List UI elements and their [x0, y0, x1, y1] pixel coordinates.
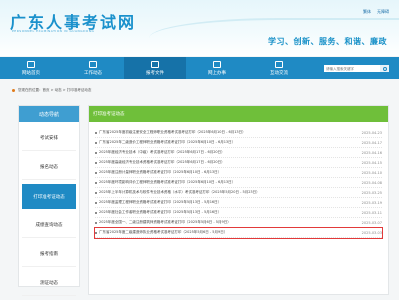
- list-item-title[interactable]: 2025年度注册计量师职业资格考试准考证打印（2025年6月10日 - 6月13…: [95, 170, 221, 175]
- sidebar-item-admission-ticket[interactable]: 打印准考证动态: [22, 184, 76, 209]
- bullet-icon: [95, 191, 97, 194]
- nav-item-label: 互动交流: [270, 70, 288, 76]
- list-item-date: 2025-03-03: [361, 230, 382, 235]
- list-item-text[interactable]: 2025年度社会工作者职业资格考试准考证打印（2025年5月13日 - 5月16…: [99, 210, 221, 215]
- list-item[interactable]: 2025年度监理工程师职业资格考试准考证打印（2025年5月13日 - 5月16…: [95, 198, 382, 208]
- list-item-text[interactable]: 2025年度注册计量师职业资格考试准考证打印（2025年6月10日 - 6月13…: [99, 170, 221, 175]
- list-item-title[interactable]: 广东省2025年二级造价工程师职业资格考试准考证打印（2025年6月10日 - …: [95, 140, 235, 145]
- list-item-text[interactable]: 2025年度全国一、二级注册建筑师资格考试准考证打印（2025年5月6日 - 5…: [99, 220, 231, 225]
- bullet-icon: [95, 131, 97, 134]
- site-search: [324, 65, 389, 72]
- sidebar-title: 动态导航: [19, 106, 79, 122]
- news-icon: [89, 60, 97, 68]
- bullet-icon: [95, 221, 97, 224]
- bullet-icon: [95, 141, 97, 144]
- list-item-title[interactable]: 2025年度高级经济专业技术资格考试准考证打印（2025年6月17日 - 6月2…: [95, 160, 225, 165]
- bullet-icon: [95, 231, 97, 234]
- list-item-title[interactable]: 2025年度监理工程师职业资格考试准考证打印（2025年5月13日 - 5月16…: [95, 200, 221, 205]
- list-item-text[interactable]: 2025年度高级经济专业技术资格考试准考证打印（2025年6月17日 - 6月2…: [99, 160, 225, 165]
- site-header: 广东人事考试网 PERSONNEL EXAMINATION IN GUANGDO…: [0, 0, 399, 56]
- list-item[interactable]: 2025年度全国一、二级注册建筑师资格考试准考证打印（2025年5月6日 - 5…: [95, 218, 382, 228]
- list-item-title[interactable]: 2025年度环境影响评价工程师职业资格考试准考证打印（2025年6月10日 - …: [95, 180, 235, 185]
- top-links: 繁体 无障碍: [363, 9, 389, 15]
- list-item[interactable]: 2025年度社会工作者职业资格考试准考证打印（2025年5月13日 - 5月16…: [95, 208, 382, 218]
- list-item[interactable]: 2025年度高级经济专业技术资格考试准考证打印（2025年6月17日 - 6月2…: [95, 158, 382, 168]
- search-input[interactable]: [324, 65, 380, 72]
- list-item-text[interactable]: 广东省2025年二级造价工程师职业资格考试准考证打印（2025年6月10日 - …: [99, 140, 235, 145]
- site-slogan: 学习、创新、服务、和谐、廉政: [268, 37, 387, 46]
- top-link-traditional[interactable]: 繁体: [363, 9, 371, 15]
- list-item-date: 2025-03-19: [361, 200, 382, 205]
- nav-item-work-news[interactable]: 工作动态: [62, 57, 124, 79]
- monitor-icon: [213, 60, 221, 68]
- top-link-accessibility[interactable]: 无障碍: [377, 9, 389, 15]
- list-item-date: 2025-03-11: [361, 210, 382, 215]
- search-button[interactable]: [380, 65, 389, 72]
- list-item[interactable]: 2025年上半年计算机技术与软件专业技术资格（水平）考试准考证打印（2025年5…: [95, 188, 382, 198]
- list-item[interactable]: 2025年度环境影响评价工程师职业资格考试准考证打印（2025年6月10日 - …: [95, 178, 382, 188]
- nav-item-label: 网站首页: [22, 70, 40, 76]
- sidebar-item-exam-schedule[interactable]: 考试安排: [22, 126, 76, 151]
- nav-item-exam-docs[interactable]: 报考文件: [124, 57, 186, 79]
- home-icon: [27, 60, 35, 68]
- bullet-icon: [95, 151, 97, 154]
- list-item[interactable]: 广东省2025年度初级注册安全工程师职业资格考试准考证打印（2025年6月10日…: [95, 128, 382, 138]
- document-icon: [151, 60, 159, 68]
- list-item-date: 2025-04-10: [361, 170, 382, 175]
- nav-item-home[interactable]: 网站首页: [0, 57, 62, 79]
- sidebar-item-score-query[interactable]: 成绩查询动态: [22, 213, 76, 238]
- chat-icon: [275, 60, 283, 68]
- list-item-title[interactable]: 广东省2025年度二级建造师执业资格考试准考证打印（2025年5月6日 - 5月…: [95, 230, 227, 235]
- list-item-title[interactable]: 2025年上半年计算机技术与软件专业技术资格（水平）考试准考证打印（2025年5…: [95, 190, 260, 195]
- list-item-title[interactable]: 2025年度全国一、二级注册建筑师资格考试准考证打印（2025年5月6日 - 5…: [95, 220, 231, 225]
- list-item-date: 2025-04-17: [361, 140, 382, 145]
- bullet-icon: [95, 171, 97, 174]
- list-item-text[interactable]: 2025年度经济专业技术（中级）考试准考证打印（2025年6月17日 - 6月2…: [99, 150, 225, 155]
- search-icon: [382, 66, 387, 71]
- list-item[interactable]: 广东省2025年度二级建造师执业资格考试准考证打印（2025年5月6日 - 5月…: [94, 227, 383, 239]
- sidebar-item-guide[interactable]: 报考指南: [22, 242, 76, 267]
- list-item-date: 2025-04-23: [361, 130, 382, 135]
- nav-item-online-service[interactable]: 网上办事: [186, 57, 248, 79]
- list-item-text[interactable]: 2025年上半年计算机技术与软件专业技术资格（水平）考试准考证打印（2025年5…: [99, 190, 260, 195]
- sidebar: 动态导航 考试安排 报名动态 打印准考证动态 成绩查询动态 报考指南 测证动态: [18, 105, 80, 296]
- sidebar-item-registration[interactable]: 报名动态: [22, 155, 76, 180]
- main-nav: 网站首页 工作动态 报考文件 网上办事 互动交流: [0, 57, 399, 79]
- nav-item-label: 报考文件: [146, 70, 164, 76]
- list-item-date: 2025-04-08: [361, 180, 382, 185]
- nav-item-interaction[interactable]: 互动交流: [248, 57, 310, 79]
- list-item-text[interactable]: 2025年度环境影响评价工程师职业资格考试准考证打印（2025年6月10日 - …: [99, 180, 235, 185]
- bullet-icon: [95, 181, 97, 184]
- bullet-icon: [95, 161, 97, 164]
- list-item-text[interactable]: 广东省2025年度二级建造师执业资格考试准考证打印（2025年5月6日 - 5月…: [99, 230, 227, 235]
- list-item[interactable]: 2025年度经济专业技术（中级）考试准考证打印（2025年6月17日 - 6月2…: [95, 148, 382, 158]
- list-item-text[interactable]: 2025年度监理工程师职业资格考试准考证打印（2025年5月13日 - 5月16…: [99, 200, 221, 205]
- nav-item-label: 网上办事: [208, 70, 226, 76]
- site-logo-subtitle: PERSONNEL EXAMINATION IN GUANGDONG: [12, 29, 95, 33]
- list-item-date: 2025-03-07: [361, 220, 382, 225]
- news-list: 广东省2025年度初级注册安全工程师职业资格考试准考证打印（2025年6月10日…: [89, 122, 388, 239]
- list-item-title[interactable]: 广东省2025年度初级注册安全工程师职业资格考试准考证打印（2025年6月10日…: [95, 130, 246, 135]
- list-item-title[interactable]: 2025年度社会工作者职业资格考试准考证打印（2025年5月13日 - 5月16…: [95, 210, 221, 215]
- bullet-icon: [95, 201, 97, 204]
- bullet-icon: [95, 211, 97, 214]
- list-item-text[interactable]: 广东省2025年度初级注册安全工程师职业资格考试准考证打印（2025年6月10日…: [99, 130, 246, 135]
- main-panel: 打印准考证动态 广东省2025年度初级注册安全工程师职业资格考试准考证打印（20…: [88, 105, 389, 295]
- list-item-date: 2025-03-25: [361, 190, 382, 195]
- list-item-title[interactable]: 2025年度经济专业技术（中级）考试准考证打印（2025年6月17日 - 6月2…: [95, 150, 225, 155]
- list-item-date: 2025-04-16: [361, 150, 382, 155]
- panel-title: 打印准考证动态: [89, 106, 388, 122]
- sidebar-item-certificate[interactable]: 测证动态: [22, 271, 76, 296]
- list-item[interactable]: 2025年度注册计量师职业资格考试准考证打印（2025年6月10日 - 6月13…: [95, 168, 382, 178]
- location-pin-icon: [12, 89, 15, 92]
- breadcrumb-text: 您现在的位置：首页 > 动态 > 打印准考证动态: [18, 88, 92, 92]
- list-item[interactable]: 广东省2025年二级造价工程师职业资格考试准考证打印（2025年6月10日 - …: [95, 138, 382, 148]
- nav-item-label: 工作动态: [84, 70, 102, 76]
- list-item-date: 2025-04-15: [361, 160, 382, 165]
- breadcrumb: 您现在的位置：首页 > 动态 > 打印准考证动态: [12, 88, 91, 93]
